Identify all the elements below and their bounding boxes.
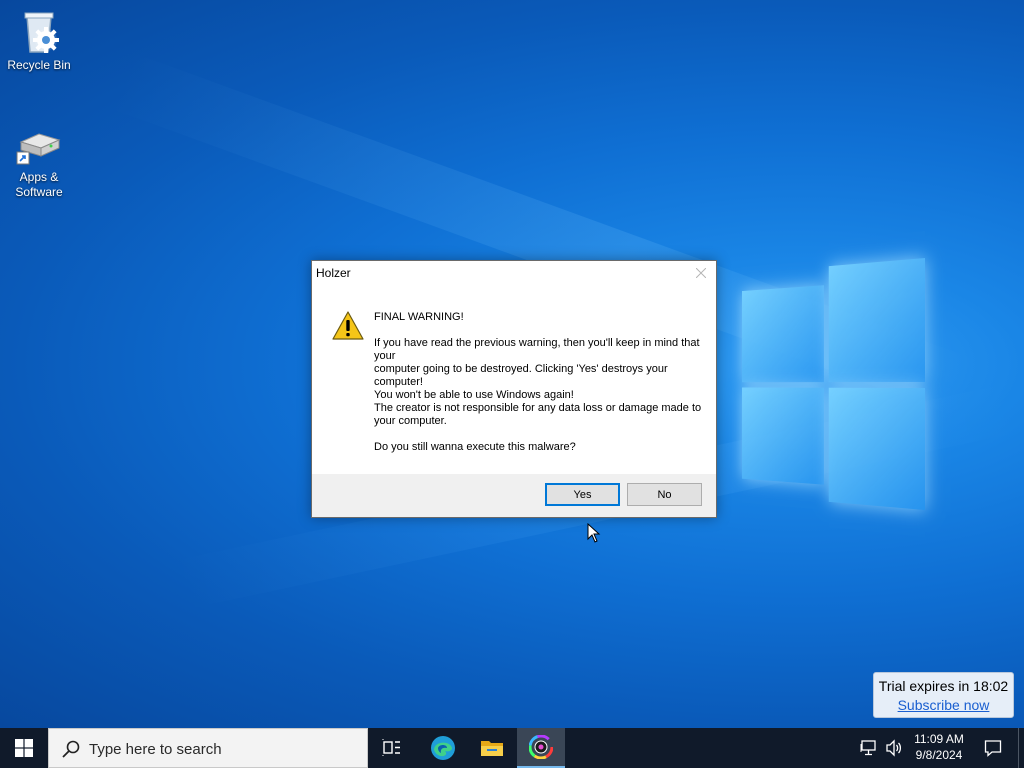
search-icon bbox=[62, 740, 80, 758]
message-question: Do you still wanna execute this malware? bbox=[374, 441, 576, 453]
apps-drive-icon bbox=[15, 120, 63, 168]
clock-time: 11:09 AM bbox=[914, 732, 964, 746]
windows-logo-wallpaper bbox=[742, 258, 925, 510]
message-line: The creator is not responsible for any d… bbox=[374, 402, 702, 427]
message-line: If you have read the previous warning, t… bbox=[374, 337, 700, 362]
dialog-message: FINAL WARNING! If you have read the prev… bbox=[374, 311, 704, 454]
no-button[interactable]: No bbox=[627, 483, 702, 506]
close-button[interactable] bbox=[686, 261, 716, 285]
warning-icon bbox=[332, 311, 364, 346]
taskbar: Type here to search 11:09 AM 9/8/2024 bbox=[0, 728, 1024, 768]
close-icon bbox=[696, 268, 706, 278]
taskbar-search-box[interactable]: Type here to search bbox=[48, 728, 368, 768]
clock-date: 9/8/2024 bbox=[915, 748, 963, 762]
logo-pane bbox=[828, 258, 925, 383]
message-line: computer going to be destroyed. Clicking… bbox=[374, 363, 668, 388]
message-line: You won't be able to use Windows again! bbox=[374, 389, 574, 401]
yes-button[interactable]: Yes bbox=[545, 483, 620, 506]
taskbar-app-active[interactable] bbox=[517, 728, 565, 768]
taskbar-app-file-explorer[interactable] bbox=[468, 728, 516, 768]
taskbar-clock[interactable]: 11:09 AM 9/8/2024 bbox=[908, 731, 970, 763]
notification-icon bbox=[984, 740, 1002, 757]
message-heading: FINAL WARNING! bbox=[374, 311, 464, 323]
show-desktop-button[interactable] bbox=[1018, 728, 1024, 768]
edge-icon bbox=[431, 736, 455, 760]
trial-text: Trial expires in 18:02 bbox=[878, 678, 1009, 694]
dialog-body: FINAL WARNING! If you have read the prev… bbox=[312, 285, 716, 475]
logo-pane bbox=[828, 387, 925, 510]
task-view-icon bbox=[382, 739, 400, 756]
desktop-icon-label: Apps & Software bbox=[15, 170, 63, 199]
mouse-cursor-icon bbox=[587, 522, 601, 548]
logo-pane bbox=[742, 387, 824, 485]
desktop-icon-recycle-bin[interactable]: Recycle Bin bbox=[0, 8, 78, 73]
message-dialog: Holzer FINAL WARNING! If you have read t… bbox=[311, 260, 717, 518]
dialog-title: Holzer bbox=[316, 266, 351, 280]
subscribe-link[interactable]: Subscribe now bbox=[874, 697, 1013, 713]
file-explorer-icon bbox=[481, 741, 503, 756]
windows-logo-icon bbox=[15, 739, 33, 757]
logo-pane bbox=[742, 285, 824, 383]
action-center-button[interactable] bbox=[976, 728, 1010, 768]
recycle-bin-icon bbox=[15, 8, 63, 56]
volume-icon[interactable] bbox=[885, 739, 903, 762]
desktop-icon-apps-software[interactable]: Apps & Software bbox=[0, 120, 78, 200]
color-wheel-app-icon bbox=[529, 735, 553, 759]
network-icon[interactable] bbox=[860, 739, 878, 762]
desktop-icon-label: Recycle Bin bbox=[7, 58, 71, 72]
dialog-titlebar[interactable]: Holzer bbox=[312, 261, 716, 285]
taskbar-app-edge[interactable] bbox=[419, 728, 467, 768]
task-view-button[interactable] bbox=[368, 728, 416, 768]
start-button[interactable] bbox=[0, 728, 48, 768]
search-placeholder: Type here to search bbox=[89, 741, 222, 758]
dialog-button-bar: Yes No bbox=[312, 474, 716, 517]
trial-notice: Trial expires in 18:02 Subscribe now bbox=[873, 672, 1014, 718]
